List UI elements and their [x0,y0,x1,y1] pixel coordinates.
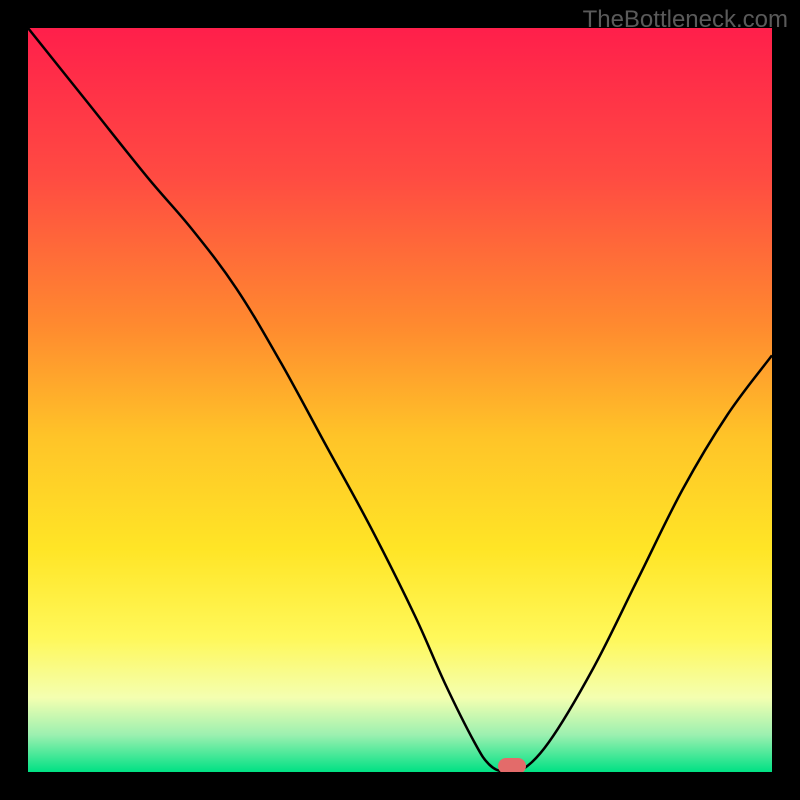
gradient-background [28,28,772,772]
watermark-text: TheBottleneck.com [583,6,788,34]
chart-svg [28,28,772,772]
optimal-point-marker [498,758,526,772]
chart-container: TheBottleneck.com [0,0,800,800]
plot-area [28,28,772,772]
